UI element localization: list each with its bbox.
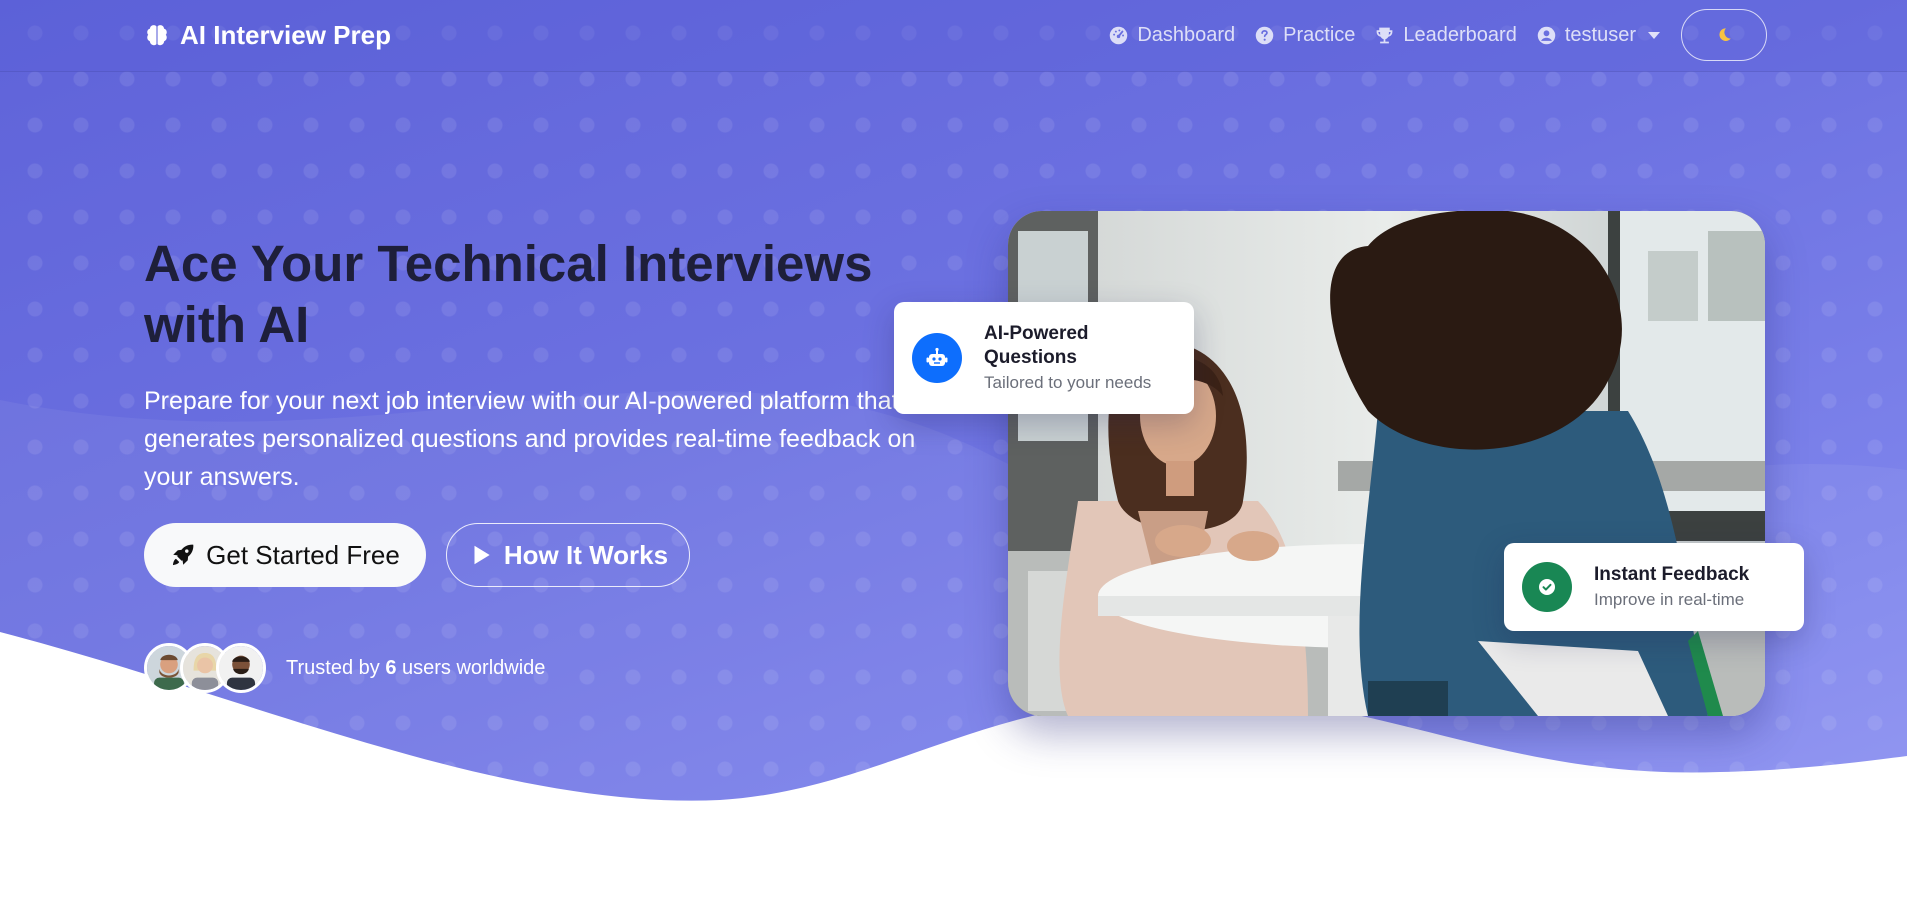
brain-icon bbox=[147, 24, 167, 45]
brand-logo[interactable]: AI Interview Prep bbox=[144, 20, 391, 51]
question-circle-icon bbox=[1255, 26, 1274, 44]
how-it-works-button[interactable]: How It Works bbox=[446, 523, 690, 587]
trust-text: Trusted by 6 users worldwide bbox=[286, 657, 545, 680]
hero-image bbox=[1008, 211, 1765, 716]
ai-card-title: AI-Powered Questions bbox=[984, 322, 1089, 368]
gauge-icon bbox=[1110, 26, 1128, 44]
user-menu[interactable]: testuser bbox=[1536, 24, 1660, 47]
instant-feedback-card: Instant Feedback Improve in real-time bbox=[1504, 543, 1804, 631]
brand-name: AI Interview Prep bbox=[180, 20, 391, 50]
navbar: AI Interview Prep Dashboard Practice Lea… bbox=[0, 0, 1907, 72]
hero-subtitle: Prepare for your next job interview with… bbox=[144, 387, 916, 491]
play-icon bbox=[474, 545, 490, 565]
trophy-icon bbox=[1377, 27, 1393, 43]
ai-card-subtitle: Tailored to your needs bbox=[984, 372, 1152, 392]
feedback-card-title: Instant Feedback bbox=[1594, 563, 1750, 585]
rocket-icon bbox=[173, 544, 194, 566]
nav-practice[interactable]: Practice bbox=[1254, 24, 1355, 47]
moon-icon bbox=[1719, 28, 1731, 41]
get-started-label: Get Started Free bbox=[206, 539, 400, 570]
trust-prefix: Trusted by bbox=[286, 656, 380, 679]
theme-toggle-button[interactable] bbox=[1681, 9, 1767, 61]
trust-indicator: Trusted by 6 users worldwide bbox=[144, 643, 545, 693]
nav-links: Dashboard Practice Leaderboard testuser bbox=[1108, 9, 1767, 61]
nav-leaderboard-label: Leaderboard bbox=[1403, 23, 1517, 46]
avatar bbox=[216, 643, 266, 693]
user-menu-label: testuser bbox=[1564, 23, 1636, 46]
nav-leaderboard[interactable]: Leaderboard bbox=[1374, 23, 1517, 47]
trust-suffix: users worldwide bbox=[402, 656, 546, 679]
hero-section: AI Interview Prep Dashboard Practice Lea… bbox=[0, 0, 1907, 923]
how-it-works-label: How It Works bbox=[503, 539, 669, 570]
get-started-button[interactable]: Get Started Free bbox=[144, 523, 426, 587]
nav-practice-label: Practice bbox=[1283, 23, 1356, 46]
robot-icon bbox=[912, 333, 962, 383]
check-circle-icon bbox=[1522, 562, 1572, 612]
trust-count: 6 bbox=[385, 656, 397, 679]
ai-questions-card: AI-Powered Questions Tailored to your ne… bbox=[894, 302, 1194, 414]
nav-dashboard[interactable]: Dashboard bbox=[1108, 24, 1235, 47]
user-circle-icon bbox=[1537, 26, 1556, 44]
hero-title: Ace Your Technical Interviews with AI bbox=[144, 235, 873, 353]
nav-dashboard-label: Dashboard bbox=[1137, 23, 1236, 46]
feedback-card-subtitle: Improve in real-time bbox=[1594, 589, 1745, 609]
chevron-down-icon bbox=[1648, 31, 1660, 39]
